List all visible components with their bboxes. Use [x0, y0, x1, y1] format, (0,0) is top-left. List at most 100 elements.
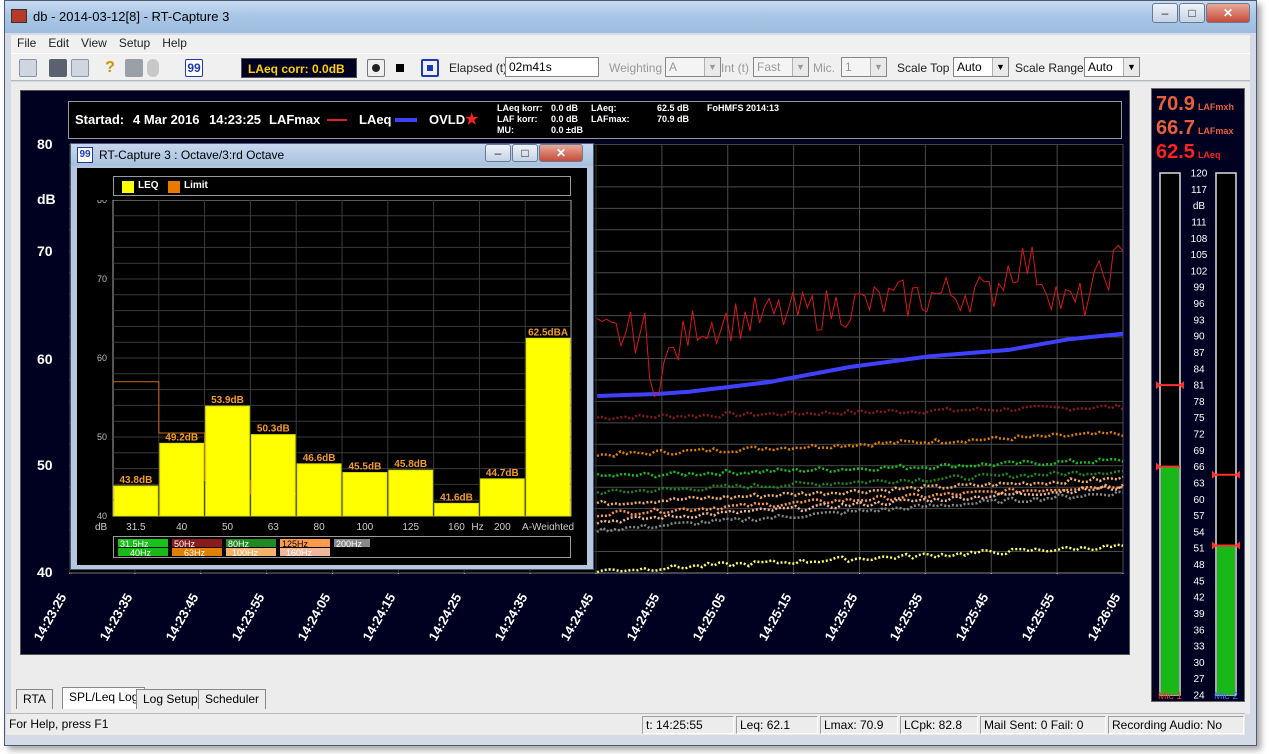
meter-scale-label: dB — [1193, 201, 1206, 212]
minimize-button[interactable]: – — [1152, 3, 1178, 23]
mu-value: 0.0 ±dB — [551, 125, 583, 135]
x-label: 14:24:15 — [359, 590, 399, 644]
spl-logo-icon: 99 — [77, 147, 93, 163]
tab-rta[interactable]: RTA — [16, 689, 53, 709]
stop-square-icon[interactable] — [125, 59, 143, 77]
help-icon[interactable]: ? — [101, 59, 119, 77]
elapsed-label: Elapsed (t) — [449, 61, 508, 75]
scale-top-select[interactable]: Auto ▼ — [953, 57, 1009, 77]
target-icon[interactable] — [421, 59, 439, 77]
legend-limit-label: Limit — [184, 180, 208, 191]
x-label: 14:25:25 — [820, 590, 860, 644]
status-help: For Help, press F1 — [9, 717, 109, 731]
laeq-big-value: 62.5 — [1156, 141, 1195, 163]
tab-spl-leq-log[interactable]: SPL/Leq Log — [62, 687, 146, 709]
legend-leq-swatch — [122, 181, 134, 193]
laeq-value: 62.5 dB — [657, 103, 690, 113]
tab-scheduler[interactable]: Scheduler — [198, 689, 267, 709]
record-icon[interactable] — [367, 59, 385, 77]
octave-category-label: 80 — [314, 522, 326, 530]
status-bar: For Help, press F1 t: 14:25:55 Leq: 62.1… — [6, 713, 1245, 735]
level-meter-bars: 120 117 dB 111 108 105 102 99 96 93 90 87 84 81 78 75 72… — [1156, 169, 1240, 701]
octave-maximize-button[interactable]: □ — [512, 144, 538, 162]
y-label-70: 70 — [37, 243, 53, 259]
meter-scale-label: 33 — [1193, 642, 1205, 653]
meter-scale-label: 36 — [1193, 625, 1205, 636]
octave-category-label: 160 — [448, 522, 465, 530]
octave-minimize-button[interactable]: – — [485, 144, 511, 162]
octave-bar — [159, 442, 205, 517]
copy-icon[interactable] — [19, 59, 37, 77]
meter-scale-label: 102 — [1191, 266, 1208, 277]
dropdown-arrow-icon: ▼ — [704, 58, 720, 76]
octave-bar — [342, 472, 388, 517]
meter-scale-label: 111 — [1191, 217, 1207, 228]
close-button[interactable]: ✕ — [1206, 3, 1250, 23]
lafmxh-unit: LAFmxh — [1197, 102, 1234, 112]
startad-label: Startad: — [75, 112, 125, 127]
title-bar: db - 2014-03-12[8] - RT-Capture 3 – □ ✕ — [5, 1, 1256, 33]
scale-range-value: Auto — [1088, 60, 1113, 74]
ovld-star-icon: ★ — [465, 111, 479, 128]
microphone-icon[interactable] — [147, 59, 159, 77]
octave-category-label: A-Weighted — [522, 522, 574, 530]
weighting-label: Weighting — [609, 61, 663, 75]
int-select[interactable]: Fast ▼ — [753, 57, 809, 77]
start-date: 4 Mar 2016 — [133, 112, 200, 127]
menu-help[interactable]: Help — [156, 35, 193, 51]
laeq-big-unit: LAeq — [1197, 150, 1221, 160]
print-icon[interactable] — [49, 59, 67, 77]
x-label: 14:24:05 — [293, 590, 333, 644]
octave-window[interactable]: 99 RT-Capture 3 : Octave/3:rd Octave – □… — [70, 143, 594, 570]
menu-setup[interactable]: Setup — [113, 35, 156, 51]
band-label-63hz: 63Hz — [184, 548, 206, 557]
status-recording: Recording Audio: No — [1108, 716, 1244, 734]
stop-icon[interactable] — [391, 59, 409, 77]
meter-scale-label: 51 — [1193, 544, 1205, 555]
meter-scale-label: 48 — [1193, 560, 1205, 571]
menu-file[interactable]: File — [11, 35, 42, 51]
octave-bar — [434, 502, 479, 517]
band-legend: 31.5Hz 50Hz 80Hz 125Hz 200Hz 40Hz 63Hz 1… — [113, 536, 571, 558]
octave-y-unit: dB — [95, 522, 108, 530]
band-legend-swatches: 31.5Hz 50Hz 80Hz 125Hz 200Hz 40Hz 63Hz 1… — [118, 539, 370, 558]
menu-view[interactable]: View — [75, 35, 113, 51]
mic1-level-fill — [1161, 466, 1179, 695]
octave-bar — [388, 469, 434, 517]
octave-y-tick-label: 60 — [97, 353, 107, 363]
octave-category-label: 50 — [222, 522, 234, 530]
mu-label: MU: — [497, 125, 514, 135]
x-label: 14:24:35 — [491, 590, 531, 644]
octave-close-button[interactable]: ✕ — [539, 144, 583, 162]
octave-bar-value-label: 44.7dB — [486, 468, 519, 479]
tab-log-setup[interactable]: Log Setup — [136, 689, 205, 709]
band-label-100hz: 100Hz — [232, 548, 259, 557]
x-label: 14:24:55 — [623, 590, 663, 644]
status-leq: Leq: 62.1 — [736, 716, 818, 734]
mic-select[interactable]: 1 ▼ — [841, 57, 887, 77]
maximize-button[interactable]: □ — [1179, 3, 1205, 23]
dropdown-arrow-icon: ▼ — [792, 58, 808, 76]
laeq-korr-label: LAeq korr: — [497, 103, 543, 113]
scale-range-select[interactable]: Auto ▼ — [1084, 57, 1140, 77]
window-title: db - 2014-03-12[8] - RT-Capture 3 — [33, 9, 230, 24]
weighting-select[interactable]: A ▼ — [665, 57, 721, 77]
print-preview-icon[interactable] — [71, 59, 89, 77]
info-bar: Startad: 4 Mar 2016 14:23:25 LAFmax LAeq… — [68, 101, 1122, 139]
legend-lafmax: LAFmax — [269, 112, 321, 127]
octave-title: RT-Capture 3 : Octave/3:rd Octave — [99, 148, 285, 162]
lafmax-big-value: 66.7 — [1156, 117, 1195, 139]
spl-logo-icon[interactable]: 99 — [185, 59, 203, 77]
octave-y-tick-label: 70 — [97, 274, 107, 284]
legend-laeq: LAeq — [359, 112, 392, 127]
octave-category-label: 200 — [494, 522, 511, 530]
meter-scale-label: 96 — [1193, 299, 1205, 310]
octave-legend: LEQ Limit — [113, 176, 571, 196]
menu-edit[interactable]: Edit — [42, 35, 75, 51]
mic2-level-fill — [1217, 545, 1235, 695]
meter-scale-label: 105 — [1191, 250, 1208, 261]
dropdown-arrow-icon: ▼ — [992, 58, 1008, 76]
octave-bar-value-label: 50.3dB — [257, 424, 290, 435]
legend-lafmax-line — [327, 119, 347, 121]
meter-scale-label: 69 — [1193, 446, 1205, 457]
